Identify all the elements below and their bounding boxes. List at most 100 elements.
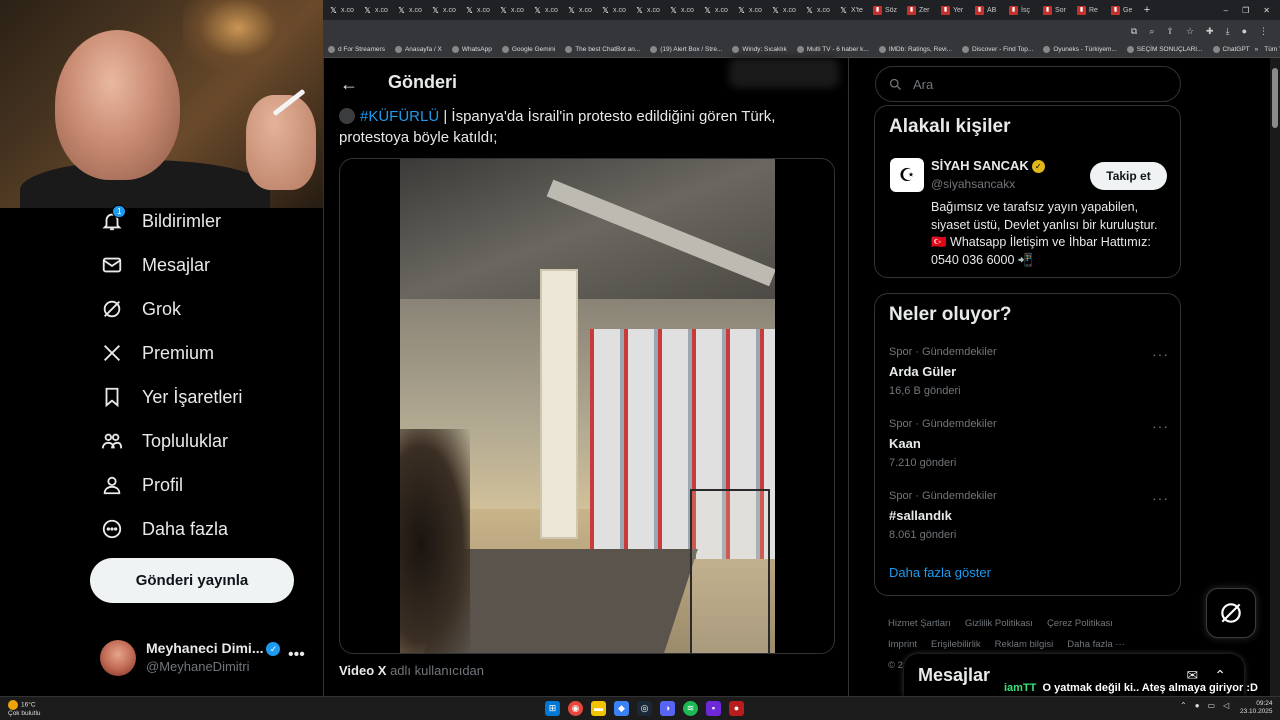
chevron-right-icon[interactable]: » bbox=[1255, 46, 1259, 53]
bookmark-item[interactable]: Multi TV - 6 haber k... bbox=[792, 46, 874, 53]
post-button[interactable]: Gönderi yayınla bbox=[90, 558, 294, 603]
bookmark-item[interactable]: Discover - Find Top... bbox=[957, 46, 1038, 53]
footer-link[interactable]: Hizmet Şartları bbox=[888, 618, 951, 629]
steam-icon[interactable]: ◎ bbox=[637, 701, 652, 716]
bookmark-item[interactable]: The best ChatBot an... bbox=[560, 46, 645, 53]
footer-link[interactable]: Imprint bbox=[888, 639, 917, 650]
footer-link[interactable]: Gizlilik Politikası bbox=[965, 618, 1033, 629]
browser-tab[interactable]: ▮ Ge bbox=[1105, 0, 1139, 20]
bookmark-item[interactable]: (19) Alert Box / Stre... bbox=[645, 46, 727, 53]
browser-tab[interactable]: 𝕏x.co bbox=[595, 0, 629, 20]
browser-tab[interactable]: 𝕏x.co bbox=[561, 0, 595, 20]
bookmark-item[interactable]: Google Gemini bbox=[497, 46, 560, 53]
new-tab-icon[interactable]: + bbox=[1139, 4, 1155, 16]
download-icon[interactable]: ⤓ bbox=[1226, 26, 1230, 37]
video-player[interactable] bbox=[339, 158, 835, 654]
browser-tab[interactable]: 𝕏x.co bbox=[663, 0, 697, 20]
hashtag-link[interactable]: #KÜFÜRLÜ bbox=[360, 108, 439, 125]
windows-start-icon[interactable]: ⊞ bbox=[545, 701, 560, 716]
more-icon[interactable]: ··· bbox=[1152, 418, 1169, 434]
expand-icon[interactable]: ⌃ bbox=[1214, 667, 1226, 684]
spotify-icon[interactable]: ≋ bbox=[683, 701, 698, 716]
browser-tab[interactable]: 𝕏x.co bbox=[493, 0, 527, 20]
share-icon[interactable]: ⇪ bbox=[1166, 26, 1174, 37]
browser-tab[interactable]: 𝕏x.co bbox=[799, 0, 833, 20]
scrollbar[interactable] bbox=[1270, 58, 1280, 696]
bookmark-item[interactable]: SEÇİM SONUÇLARI... bbox=[1122, 46, 1208, 53]
trend-item[interactable]: Spor · Gündemdekiler #sallandık 8.061 gö… bbox=[889, 490, 1169, 541]
browser-tab[interactable]: 𝕏x.co bbox=[323, 0, 357, 20]
browser-tab[interactable]: 𝕏x.co bbox=[527, 0, 561, 20]
bookmark-item[interactable]: ChatGPT bbox=[1208, 46, 1255, 53]
sidebar-item-notifications[interactable]: 1 Bildirimler bbox=[100, 205, 221, 237]
new-message-icon[interactable]: ✉ bbox=[1187, 667, 1199, 684]
browser-tab[interactable]: 𝕏x.co bbox=[391, 0, 425, 20]
mic-icon[interactable]: ● bbox=[1195, 701, 1200, 710]
bookmark-item[interactable]: WhatsApp bbox=[447, 46, 497, 53]
sidebar-item-more[interactable]: Daha fazla bbox=[100, 513, 228, 545]
weather-widget[interactable]: 16°C Çok bulutlu bbox=[8, 700, 41, 718]
follow-button[interactable]: Takip et bbox=[1090, 162, 1167, 190]
app-icon[interactable]: ▪ bbox=[706, 701, 721, 716]
video-source-link[interactable]: Video X bbox=[339, 663, 386, 678]
browser-tab[interactable]: 𝕏x.co bbox=[459, 0, 493, 20]
bookmark-item[interactable]: Oyuneks - Türkiyem... bbox=[1038, 46, 1121, 53]
account-switcher[interactable]: Meyhaneci Dimi... ✓ @MeyhaneDimitri ••• bbox=[100, 638, 310, 678]
trend-item[interactable]: Spor · Gündemdekiler Arda Güler 16,6 B g… bbox=[889, 346, 1169, 397]
menu-icon[interactable]: ⋮ bbox=[1259, 26, 1268, 37]
browser-tab[interactable]: 𝕏x.co bbox=[765, 0, 799, 20]
grok-button[interactable] bbox=[1206, 588, 1256, 638]
app-icon[interactable]: ● bbox=[729, 701, 744, 716]
search-input[interactable]: Ara bbox=[875, 66, 1181, 102]
browser-tab[interactable]: ▮ Yer bbox=[935, 0, 969, 20]
browser-tab[interactable]: ▮ Zer bbox=[901, 0, 935, 20]
footer-link[interactable]: Çerez Politikası bbox=[1047, 618, 1113, 629]
crescent-star-icon[interactable]: ☪ bbox=[890, 158, 924, 192]
system-tray[interactable]: ⌃ ● ▭ ◁ bbox=[1180, 701, 1229, 710]
browser-tab[interactable]: 𝕏x.co bbox=[357, 0, 391, 20]
profile-icon[interactable]: ● bbox=[1242, 26, 1247, 36]
browser-tab[interactable]: ▮ AB bbox=[969, 0, 1003, 20]
volume-icon[interactable]: ◁ bbox=[1223, 701, 1229, 710]
browser-tab[interactable]: ▮ Sor bbox=[1037, 0, 1071, 20]
chevron-up-icon[interactable]: ⌃ bbox=[1180, 701, 1187, 710]
sidebar-item-profile[interactable]: Profil bbox=[100, 469, 183, 501]
footer-link[interactable]: Erişilebilirlik bbox=[931, 639, 981, 650]
more-icon[interactable]: ••• bbox=[288, 646, 305, 664]
more-icon[interactable]: ··· bbox=[1152, 490, 1169, 506]
sidebar-item-bookmarks[interactable]: Yer İşaretleri bbox=[100, 381, 242, 413]
browser-tab[interactable]: 𝕏 X'te bbox=[833, 0, 867, 20]
browser-tab[interactable]: ▮ Re bbox=[1071, 0, 1105, 20]
back-arrow-icon[interactable]: ← bbox=[340, 74, 358, 95]
related-name[interactable]: SİYAH SANCAK ✓ bbox=[931, 158, 1045, 174]
sidebar-item-premium[interactable]: Premium bbox=[100, 337, 214, 369]
more-icon[interactable]: ··· bbox=[1152, 346, 1169, 362]
browser-tab[interactable]: 𝕏x.co bbox=[425, 0, 459, 20]
browser-tab[interactable]: ▮ Söz bbox=[867, 0, 901, 20]
discord-icon[interactable]: ◑ bbox=[660, 701, 675, 716]
close-icon[interactable]: ✕ bbox=[1263, 6, 1270, 15]
trend-item[interactable]: Spor · Gündemdekiler Kaan 7.210 gönderi … bbox=[889, 418, 1169, 469]
browser-tab[interactable]: 𝕏x.co bbox=[629, 0, 663, 20]
restore-icon[interactable]: ❐ bbox=[1242, 6, 1249, 15]
all-bookmarks[interactable]: » Tüm Yer İşaretleri bbox=[1255, 46, 1280, 53]
browser-tab[interactable]: 𝕏x.co bbox=[731, 0, 765, 20]
puzzle-icon[interactable]: ✚ bbox=[1206, 26, 1214, 37]
bookmark-item[interactable]: Anasayfa / X bbox=[390, 46, 447, 53]
browser-tab[interactable]: 𝕏x.co bbox=[697, 0, 731, 20]
chrome-icon[interactable]: ◉ bbox=[568, 701, 583, 716]
footer-link[interactable]: Daha fazla ··· bbox=[1067, 639, 1125, 650]
sidebar-item-communities[interactable]: Topluluklar bbox=[100, 425, 228, 457]
footer-link[interactable]: Reklam bilgisi bbox=[995, 639, 1054, 650]
app-icon[interactable]: ◆ bbox=[614, 701, 629, 716]
network-icon[interactable]: ▭ bbox=[1208, 701, 1216, 710]
sidebar-item-messages[interactable]: Mesajlar bbox=[100, 249, 210, 281]
browser-tab[interactable]: ▮ İsç bbox=[1003, 0, 1037, 20]
scrollbar-thumb[interactable] bbox=[1272, 68, 1278, 128]
zoom-icon[interactable]: ⌕ bbox=[1149, 26, 1154, 37]
bookmark-item[interactable]: IMDb: Ratings, Revi... bbox=[874, 46, 957, 53]
show-more-link[interactable]: Daha fazla göster bbox=[889, 565, 991, 580]
bookmark-item[interactable]: d For Streamers bbox=[323, 46, 390, 53]
clock[interactable]: 09:24 23.10.2025 bbox=[1240, 700, 1273, 716]
minimize-icon[interactable]: – bbox=[1224, 6, 1228, 15]
